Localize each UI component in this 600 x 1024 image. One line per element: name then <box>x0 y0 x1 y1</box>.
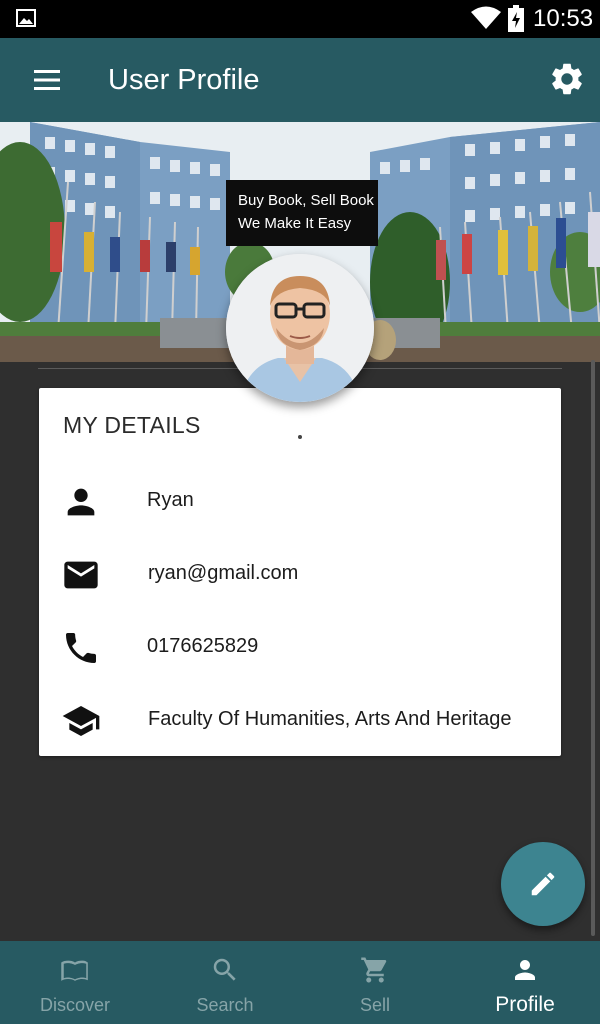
nav-discover-label: Discover <box>39 995 110 1015</box>
nav-profile-label: Profile <box>495 993 555 1016</box>
nav-discover[interactable]: Discover <box>0 941 150 1024</box>
detail-row-faculty: Faculty Of Humanities, Arts And Heritage <box>39 689 561 749</box>
nav-sell-label: Sell <box>359 995 390 1015</box>
book-icon <box>61 960 88 981</box>
dot-indicator <box>298 435 302 439</box>
bottom-nav: Discover Search Sell Profile <box>0 941 600 1024</box>
tagline-box: Buy Book, Sell Book We Make It Easy <box>226 180 378 246</box>
nav-profile[interactable]: Profile <box>450 941 600 1024</box>
detail-name-value: Ryan <box>147 489 194 511</box>
person-icon <box>67 488 95 516</box>
tagline-line-1: Buy Book, Sell Book <box>238 192 374 209</box>
person-icon <box>515 960 535 980</box>
image-icon <box>16 9 36 27</box>
wifi-icon <box>471 6 501 29</box>
profile-photo <box>226 254 374 402</box>
search-icon <box>213 958 236 981</box>
nav-search-label: Search <box>196 995 254 1015</box>
cart-icon <box>361 957 387 983</box>
status-bar: 10:53 <box>0 0 600 38</box>
app-bar: User Profile <box>0 38 600 122</box>
detail-email-value: ryan@gmail.com <box>148 562 299 584</box>
status-time: 10:53 <box>533 5 594 32</box>
avatar[interactable] <box>226 254 374 402</box>
phone-icon <box>66 633 96 663</box>
detail-phone-value: 0176625829 <box>147 635 259 657</box>
page-title: User Profile <box>108 64 260 96</box>
graduation-cap-icon <box>62 706 100 736</box>
gear-icon[interactable] <box>548 60 586 98</box>
nav-search[interactable]: Search <box>150 941 300 1024</box>
edit-profile-button[interactable] <box>501 842 585 926</box>
detail-row-email: ryan@gmail.com <box>39 543 561 603</box>
details-card: MY DETAILS Ryan ryan@gmail.com 017662582… <box>39 388 561 756</box>
scrollbar[interactable] <box>591 360 595 936</box>
details-heading: MY DETAILS <box>63 412 201 438</box>
mail-icon <box>64 561 98 589</box>
menu-icon[interactable] <box>32 68 62 92</box>
detail-faculty-value: Faculty Of Humanities, Arts And Heritage <box>148 708 512 730</box>
detail-row-name: Ryan <box>39 470 561 530</box>
battery-charging-icon <box>508 5 524 32</box>
nav-sell[interactable]: Sell <box>300 941 450 1024</box>
tagline-line-2: We Make It Easy <box>238 215 352 232</box>
detail-row-phone: 0176625829 <box>39 616 561 676</box>
pencil-icon <box>531 872 555 896</box>
